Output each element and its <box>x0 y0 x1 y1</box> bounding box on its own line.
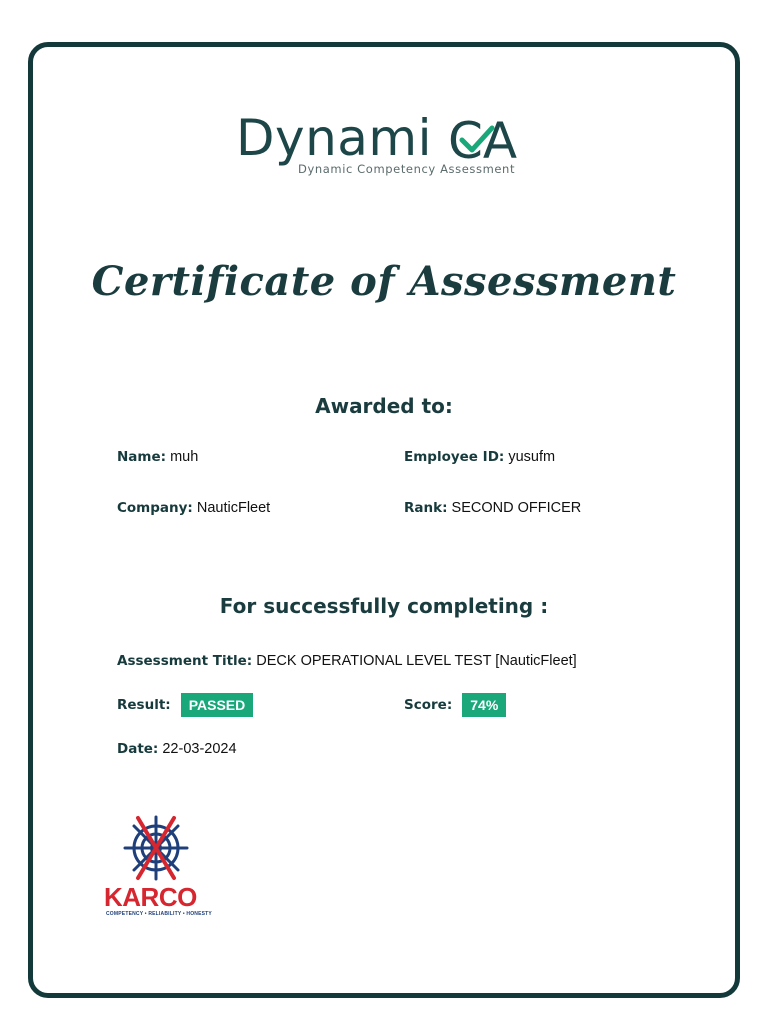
score-label: Score: <box>404 696 453 713</box>
name-value: muh <box>170 449 199 465</box>
certificate-title: Certificate of Assessment <box>91 258 677 305</box>
assessment-title-label: Assessment Title: <box>117 653 253 669</box>
logo-wordmark: Dynami <box>236 109 433 167</box>
employee-id-field: Employee ID: yusufm <box>404 449 555 465</box>
result-field: Result: PASSED <box>117 693 254 717</box>
name-field: Name: muh <box>117 449 198 465</box>
karco-wordmark: KARCO <box>104 882 197 912</box>
date-value: 22-03-2024 <box>162 741 237 757</box>
result-label: Result: <box>117 696 171 713</box>
rank-label: Rank: <box>404 500 448 516</box>
rank-field: Rank: SECOND OFFICER <box>404 500 581 516</box>
company-label: Company: <box>117 500 193 516</box>
score-field: Score: 74% <box>404 693 507 717</box>
employee-id-value: yusufm <box>508 449 556 465</box>
result-badge: PASSED <box>180 693 254 717</box>
date-field: Date: 22-03-2024 <box>117 741 237 757</box>
date-label: Date: <box>117 741 159 757</box>
employee-id-label: Employee ID: <box>404 449 505 465</box>
awarded-heading: Awarded to: <box>315 394 453 418</box>
karco-tagline: COMPETENCY • RELIABILITY • HONESTY <box>106 911 212 917</box>
name-label: Name: <box>117 449 167 465</box>
logo-tagline: Dynamic Competency Assessment <box>298 162 516 176</box>
company-field: Company: NauticFleet <box>117 500 270 516</box>
completion-heading: For successfully completing : <box>219 594 549 618</box>
dynamica-logo: Dynami CA Dynamic Competency Assessment <box>236 108 536 180</box>
ship-wheel-icon <box>123 815 189 881</box>
score-badge: 74% <box>462 693 507 717</box>
logo-ca-mark: CA <box>448 114 517 166</box>
assessment-title-field: Assessment Title: DECK OPERATIONAL LEVEL… <box>117 653 577 669</box>
assessment-title-value: DECK OPERATIONAL LEVEL TEST [NauticFleet… <box>256 653 577 669</box>
company-value: NauticFleet <box>196 500 271 516</box>
rank-value: SECOND OFFICER <box>451 500 582 516</box>
karco-logo: KARCO COMPETENCY • RELIABILITY • HONESTY <box>104 812 214 922</box>
